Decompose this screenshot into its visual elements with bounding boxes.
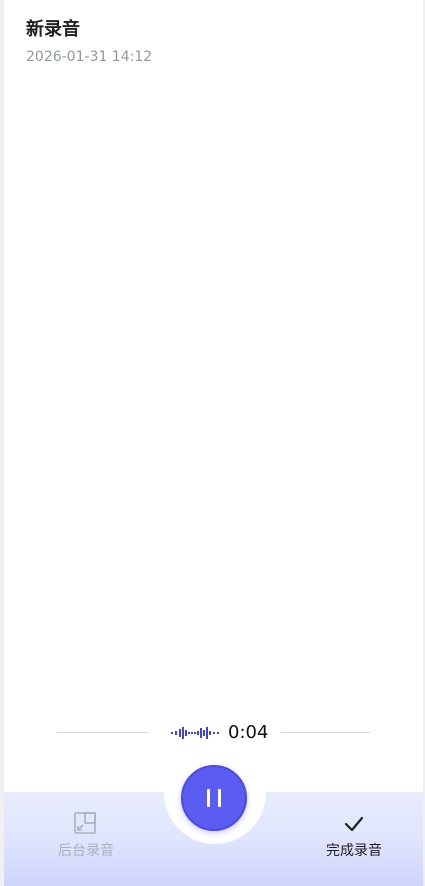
- pause-icon: [207, 789, 210, 807]
- divider-left: [57, 732, 149, 733]
- pause-button[interactable]: [181, 765, 247, 831]
- background-record-button[interactable]: 后台录音: [48, 811, 124, 867]
- recording-panel: 新录音 2026-01-31 14:12 0:04 后台录音 完成录音: [4, 0, 423, 886]
- pause-icon-bar: [218, 789, 221, 807]
- finish-record-button[interactable]: 完成录音: [314, 811, 394, 867]
- elapsed-time: 0:04: [228, 722, 269, 743]
- checkmark-icon: [344, 816, 364, 832]
- recorder-screen: 新录音 2026-01-31 14:12 0:04 后台录音 完成录音: [0, 0, 425, 886]
- waveform-icon: [171, 727, 219, 739]
- divider-right: [281, 732, 370, 733]
- recording-title: 新录音: [26, 19, 80, 40]
- minimize-to-corner-icon: [74, 812, 96, 834]
- recording-date: 2026-01-31 14:12: [26, 49, 153, 65]
- background-record-label: 后台录音: [58, 843, 114, 859]
- finish-record-label: 完成录音: [326, 843, 382, 859]
- recording-progress-row: 0:04: [4, 719, 423, 747]
